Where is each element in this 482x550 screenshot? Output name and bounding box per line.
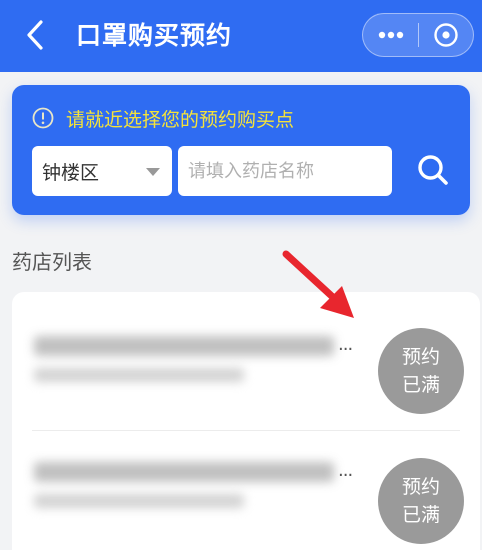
store-address-blurred [34,494,244,508]
name-ellipsis: ... [338,460,353,481]
store-address-blurred [34,368,244,382]
reservation-full-badge[interactable]: 预约 已满 [378,458,464,544]
more-dots-icon [378,31,403,39]
search-button[interactable] [408,145,458,195]
section-title: 药店列表 [12,250,92,274]
more-button[interactable] [363,14,418,56]
store-name-blurred [34,462,334,482]
top-nav-bar: 口罩购买预约 [0,0,482,72]
store-name-input[interactable] [178,146,392,196]
caret-down-icon [146,168,160,176]
divider [32,430,460,431]
close-button[interactable] [419,14,473,56]
info-circle-icon [32,107,54,129]
district-select[interactable]: 钟楼区 [32,146,172,196]
store-list: ... 预约 已满 ... 预约 已满 [12,292,480,550]
name-ellipsis: ... [338,334,353,355]
badge-line-1: 预约 [401,476,440,498]
back-button[interactable] [20,18,50,52]
notice-text: 请就近选择您的预约购买点 [66,108,295,131]
close-circle-icon [434,23,458,47]
chevron-left-icon [27,20,43,50]
red-arrow-icon [282,250,354,318]
notice-row: 请就近选择您的预约购买点 [32,103,294,133]
badge-line-2: 已满 [401,374,440,396]
list-item[interactable]: ... 预约 已满 [12,292,480,422]
store-name-blurred [34,336,334,356]
badge-line-1: 预约 [401,346,440,368]
reservation-full-badge[interactable]: 预约 已满 [378,328,464,414]
district-value: 钟楼区 [42,161,100,184]
search-icon [418,155,448,185]
list-item[interactable]: ... 预约 已满 [12,432,480,550]
badge-line-2: 已满 [401,504,440,526]
mini-program-capsule [362,13,474,57]
search-panel: 请就近选择您的预约购买点 钟楼区 [12,85,470,215]
page-title: 口罩购买预约 [76,21,233,50]
